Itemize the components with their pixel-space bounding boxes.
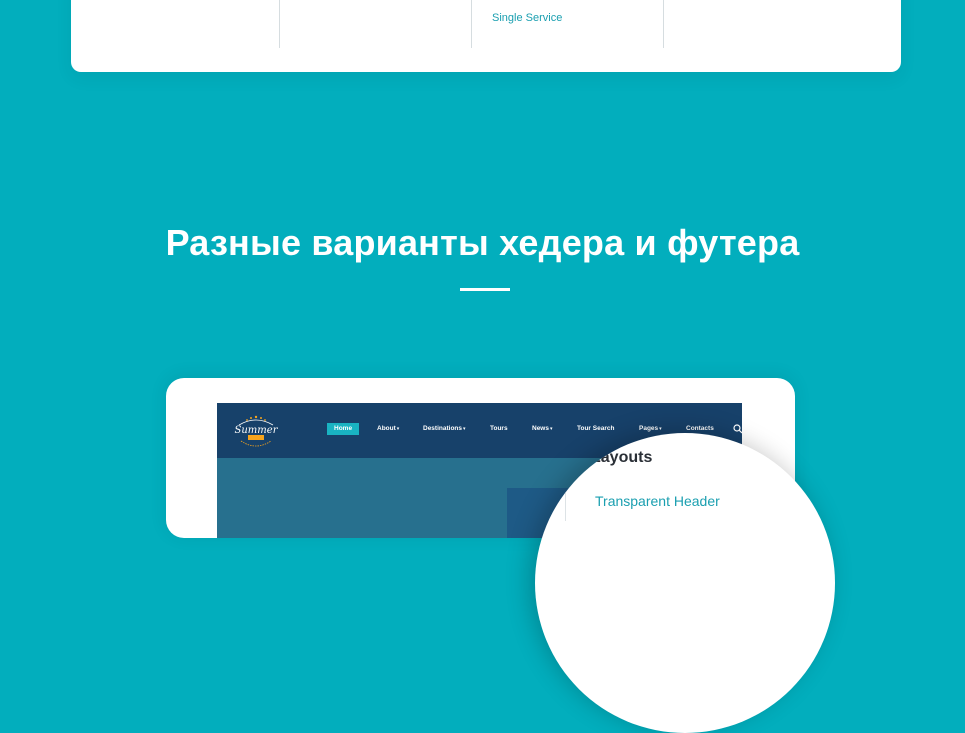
chevron-down-icon: ▾ bbox=[396, 426, 400, 432]
section-title: Разные варианты хедера и футера bbox=[165, 222, 800, 263]
column-divider bbox=[279, 0, 280, 48]
nav-item-label: Home bbox=[334, 425, 353, 432]
chevron-down-icon: ▾ bbox=[549, 426, 553, 432]
column-divider bbox=[471, 0, 472, 48]
nav-item-pages[interactable]: Pages▾ bbox=[639, 423, 662, 435]
nav-item-news[interactable]: News▾ bbox=[532, 423, 553, 435]
nav-item-label: Destinations bbox=[423, 425, 463, 432]
nav-item-label: News bbox=[532, 425, 549, 432]
nav-item-label: Contacts bbox=[686, 425, 714, 432]
layouts-zoom-circle: Layouts Transparent Header bbox=[535, 433, 835, 733]
zoom-divider bbox=[565, 461, 566, 521]
chevron-down-icon: ▾ bbox=[659, 426, 662, 432]
nav-item-about[interactable]: About▾ bbox=[377, 423, 399, 435]
svg-text:Summer: Summer bbox=[235, 425, 279, 436]
nav-item-home[interactable]: Home bbox=[327, 423, 360, 435]
services-card: Single Service bbox=[71, 0, 901, 72]
nav-item-destinations[interactable]: Destinations▾ bbox=[423, 423, 466, 435]
nav-item-tour-search[interactable]: Tour Search bbox=[577, 423, 614, 435]
nav-item-tours[interactable]: Tours bbox=[490, 423, 508, 435]
title-underline bbox=[460, 288, 510, 291]
nav-item-label: Tours bbox=[490, 425, 508, 432]
nav-item-label: Pages bbox=[639, 425, 659, 432]
column-divider bbox=[663, 0, 664, 48]
layouts-heading: Layouts bbox=[591, 449, 653, 466]
nav-item-label: Tour Search bbox=[577, 425, 615, 432]
nav-item-label: About bbox=[377, 425, 396, 432]
single-service-link[interactable]: Single Service bbox=[492, 12, 562, 24]
transparent-header-link[interactable]: Transparent Header bbox=[595, 493, 720, 509]
summer-logo-icon: Summer bbox=[235, 415, 279, 447]
chevron-down-icon: ▾ bbox=[463, 426, 466, 432]
search-icon[interactable] bbox=[733, 424, 742, 434]
